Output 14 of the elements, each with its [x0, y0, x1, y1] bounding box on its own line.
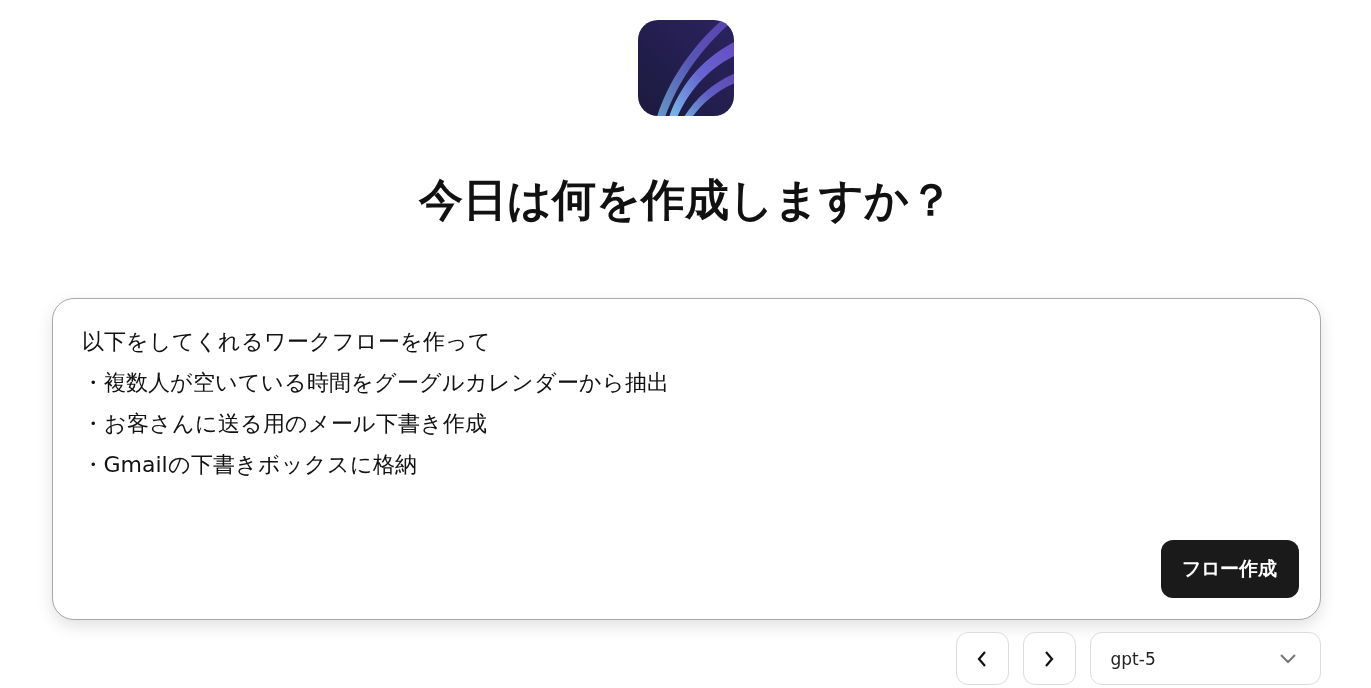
model-dropdown[interactable]: gpt-5 [1089, 632, 1321, 685]
next-button[interactable] [1022, 632, 1076, 685]
prompt-text-line: 以下をしてくれるワークフローを作って [81, 328, 491, 356]
prompt-text-line: ・お客さんに送る用のメール下書き作成 [81, 410, 487, 438]
prompt-input-field[interactable]: 以下をしてくれるワークフローを作って ・複数人が空いている時間をグーグルカレンダーから抽出 ・お客さんに送る用のメール下書き作成 ・Gmailの下書きボックスに格納 フロー作成 [51, 298, 1321, 620]
app-logo-icon [637, 20, 734, 116]
prompt-text-line: ・Gmailの下書きボックスに格納 [81, 451, 417, 479]
prompt-text-line: ・複数人が空いている時間をグーグルカレンダーから抽出 [81, 369, 669, 397]
chevron-down-icon [1279, 653, 1296, 664]
page-heading: 今日は何を作成しますか？ [418, 173, 953, 227]
previous-button[interactable] [955, 632, 1009, 685]
chevron-right-icon [1044, 650, 1054, 667]
chevron-left-icon [977, 650, 987, 667]
create-flow-button[interactable]: フロー作成 [1160, 540, 1299, 598]
